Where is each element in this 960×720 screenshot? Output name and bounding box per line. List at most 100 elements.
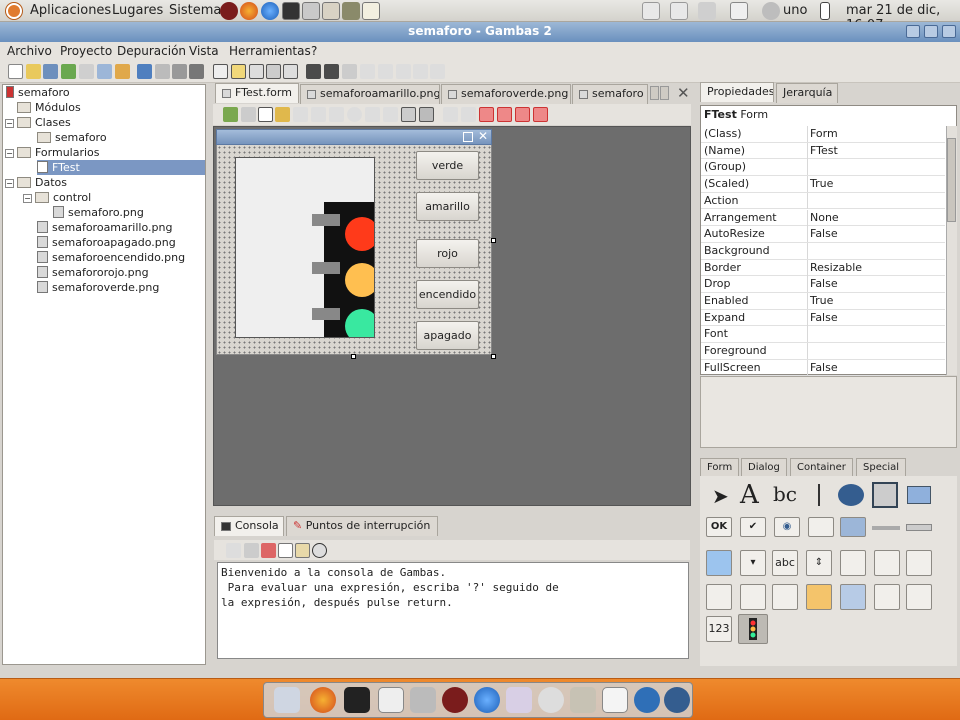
property-row[interactable]: Foreground: [701, 343, 945, 360]
dock-editor-icon[interactable]: [378, 687, 404, 713]
menu-sistema[interactable]: Sistema: [169, 3, 221, 18]
align-icon[interactable]: [515, 107, 530, 122]
htmlview-tool-icon[interactable]: [874, 584, 900, 610]
amarillo-button[interactable]: amarillo: [416, 192, 479, 221]
encendido-button[interactable]: encendido: [416, 280, 479, 309]
battery-icon[interactable]: [820, 2, 830, 20]
link-icon[interactable]: [266, 64, 281, 79]
property-value[interactable]: False: [810, 360, 838, 376]
clear-icon[interactable]: [430, 64, 445, 79]
forward-icon[interactable]: [413, 64, 428, 79]
radio-tool-icon[interactable]: ◉: [774, 517, 800, 537]
tool-icon[interactable]: [293, 107, 308, 122]
separator-tool-icon[interactable]: [818, 484, 820, 506]
browser-launcher-icon[interactable]: [261, 2, 279, 20]
collapse-icon[interactable]: −: [5, 149, 14, 158]
tab-ftest-form[interactable]: FTest.form: [215, 83, 299, 103]
pause-icon[interactable]: [360, 64, 375, 79]
menu-proyecto[interactable]: Proyecto: [60, 44, 112, 58]
tree-item-formularios[interactable]: − Formularios: [5, 145, 100, 160]
tree-item-file[interactable]: semaforoverde.png: [37, 280, 159, 295]
property-value[interactable]: None: [810, 210, 839, 226]
image-launcher-icon[interactable]: [322, 2, 340, 20]
copy-icon[interactable]: [278, 543, 293, 558]
menu-vista[interactable]: Vista: [189, 44, 219, 58]
tableview-tool-icon[interactable]: [772, 584, 798, 610]
form-maximize-icon[interactable]: [463, 132, 473, 142]
gimp-launcher-icon[interactable]: [342, 2, 360, 20]
form-view-icon[interactable]: [213, 64, 228, 79]
close-tab-icon[interactable]: ✕: [677, 84, 690, 102]
menu-lugares[interactable]: Lugares: [112, 3, 163, 18]
property-value[interactable]: Form: [810, 126, 838, 142]
align-icon[interactable]: [479, 107, 494, 122]
scissors-icon[interactable]: [261, 543, 276, 558]
property-value[interactable]: False: [810, 310, 838, 326]
editor-tool-icon[interactable]: [840, 584, 866, 610]
property-value[interactable]: True: [810, 176, 833, 192]
step-into-icon[interactable]: [306, 64, 321, 79]
labelview-tool-icon[interactable]: [906, 584, 932, 610]
property-row[interactable]: Action: [701, 192, 945, 210]
property-row[interactable]: (Class) Form: [701, 126, 945, 143]
menu-help[interactable]: ?: [311, 44, 317, 58]
property-row[interactable]: Arrangement None: [701, 209, 945, 227]
collapse-icon[interactable]: −: [5, 179, 14, 188]
tab-semaforo[interactable]: semaforo: [572, 84, 648, 104]
tool-icon[interactable]: [401, 107, 416, 122]
menu-archivo[interactable]: Archivo: [7, 44, 52, 58]
spinbox-tool-icon[interactable]: ⇕: [806, 550, 832, 576]
toolbutton-tool-icon[interactable]: [840, 517, 866, 537]
tab-breakpoints[interactable]: ✎ Puntos de interrupción: [286, 516, 438, 536]
property-row[interactable]: FullScreen False: [701, 359, 945, 377]
network-icon[interactable]: [670, 2, 688, 20]
tab-palette-special[interactable]: Special: [856, 458, 907, 476]
collapse-icon[interactable]: −: [5, 119, 14, 128]
align-icon[interactable]: [461, 107, 476, 122]
undo-icon[interactable]: [365, 107, 380, 122]
slider-tool-icon[interactable]: [872, 526, 900, 530]
resize-handle[interactable]: [351, 354, 356, 359]
property-row[interactable]: (Name) FTest: [701, 142, 945, 160]
menu-aplicaciones[interactable]: Aplicaciones: [30, 3, 111, 18]
save-icon[interactable]: [43, 64, 58, 79]
tab-semaforoamarillo[interactable]: semaforoamarillo.png: [300, 84, 440, 104]
zoom-icon[interactable]: [283, 64, 298, 79]
treeview-tool-icon[interactable]: [874, 550, 900, 576]
ubuntu-logo-icon[interactable]: [6, 3, 22, 19]
align-icon[interactable]: [497, 107, 512, 122]
property-row[interactable]: (Scaled) True: [701, 176, 945, 193]
console-icon[interactable]: [155, 64, 170, 79]
checkbox-tool-icon[interactable]: ✔: [740, 517, 766, 537]
verde-button[interactable]: verde: [416, 151, 479, 180]
user-name[interactable]: uno: [783, 3, 807, 18]
apagado-button[interactable]: apagado: [416, 321, 479, 350]
textbox-tool-icon[interactable]: [706, 550, 732, 576]
tree-item-control[interactable]: − control: [23, 190, 91, 205]
combobox-tool-icon[interactable]: ▾: [740, 550, 766, 576]
tree-item-file[interactable]: semaforoamarillo.png: [37, 220, 172, 235]
text-editor-launcher-icon[interactable]: [362, 2, 380, 20]
pointer-icon[interactable]: ➤: [712, 484, 729, 508]
open-icon[interactable]: [26, 64, 41, 79]
redo-icon[interactable]: [383, 107, 398, 122]
collapse-icon[interactable]: −: [23, 194, 32, 203]
movieBox-tool-icon[interactable]: [872, 482, 898, 508]
textbox-abc-tool[interactable]: abc: [772, 550, 798, 576]
minimize-button[interactable]: [906, 25, 920, 38]
tab-consola[interactable]: Consola: [214, 516, 284, 536]
tools-icon[interactable]: [115, 64, 130, 79]
make-icon[interactable]: [79, 64, 94, 79]
tab-palette-form[interactable]: Form: [700, 458, 740, 476]
ok-button-tool[interactable]: OK: [706, 517, 732, 537]
tab-propiedades[interactable]: Propiedades: [700, 82, 774, 102]
scissors-icon[interactable]: [249, 64, 264, 79]
gridview-tool-icon[interactable]: [906, 550, 932, 576]
textarea-tool-icon[interactable]: [706, 584, 732, 610]
dock-accessibility-icon[interactable]: [634, 687, 660, 713]
properties-icon[interactable]: [97, 64, 112, 79]
tree-item-root[interactable]: semaforo: [6, 85, 70, 100]
rewind-icon[interactable]: [396, 64, 411, 79]
property-row[interactable]: Border Resizable: [701, 259, 945, 277]
tree-item-ftest[interactable]: FTest: [37, 160, 205, 175]
